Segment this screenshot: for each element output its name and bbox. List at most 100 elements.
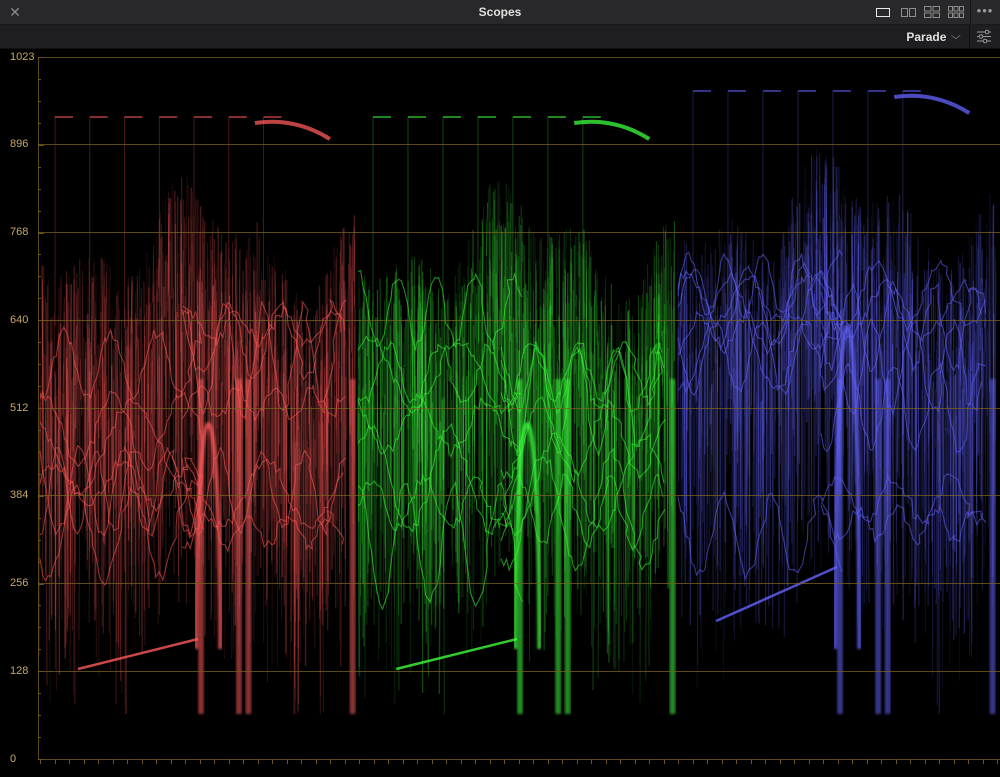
x-tick bbox=[808, 759, 810, 764]
y-tick bbox=[38, 429, 41, 431]
x-tick bbox=[692, 759, 694, 764]
x-tick bbox=[881, 759, 882, 764]
x-tick bbox=[54, 759, 56, 764]
window-title: Scopes bbox=[478, 5, 522, 19]
x-tick bbox=[257, 759, 259, 764]
scope-mode-dropdown[interactable]: Parade ⌵ bbox=[900, 25, 966, 48]
x-tick bbox=[736, 759, 737, 764]
y-tick bbox=[38, 737, 41, 739]
x-tick bbox=[315, 759, 317, 764]
x-tick bbox=[663, 759, 665, 764]
x-tick bbox=[272, 759, 273, 764]
x-tick bbox=[388, 759, 389, 764]
chevron-down-icon: ⌵ bbox=[951, 31, 962, 42]
x-tick bbox=[69, 759, 70, 764]
sliders-icon[interactable] bbox=[969, 25, 998, 48]
x-tick bbox=[446, 759, 447, 764]
x-tick bbox=[431, 759, 433, 764]
gridline bbox=[38, 583, 1000, 585]
y-tick bbox=[38, 276, 41, 278]
y-tick bbox=[38, 671, 44, 673]
y-tick bbox=[38, 144, 44, 146]
x-tick bbox=[591, 759, 592, 764]
y-tick bbox=[38, 166, 41, 168]
x-tick bbox=[286, 759, 288, 764]
y-tick bbox=[38, 210, 41, 212]
y-tick bbox=[38, 188, 41, 190]
x-tick bbox=[199, 759, 201, 764]
gridline bbox=[38, 144, 1000, 146]
x-tick bbox=[997, 759, 998, 764]
x-tick bbox=[330, 759, 331, 764]
parade-waveform bbox=[38, 90, 997, 715]
x-tick bbox=[228, 759, 230, 764]
more-icon[interactable]: ••• bbox=[974, 2, 996, 22]
x-tick bbox=[547, 759, 549, 764]
y-tick bbox=[38, 495, 44, 497]
gridline bbox=[38, 671, 1000, 673]
blue-channel-trace bbox=[676, 90, 997, 715]
x-tick bbox=[794, 759, 795, 764]
gridline bbox=[38, 231, 1000, 233]
x-tick bbox=[910, 759, 911, 764]
dual-layout-icon[interactable] bbox=[898, 4, 918, 20]
y-tick bbox=[38, 57, 44, 58]
x-tick bbox=[953, 759, 955, 764]
y-tick bbox=[38, 298, 41, 300]
x-tick bbox=[823, 759, 824, 764]
y-tick bbox=[38, 539, 41, 541]
y-tick bbox=[38, 473, 41, 475]
y-tick bbox=[38, 649, 41, 651]
x-tick bbox=[924, 759, 926, 764]
x-tick bbox=[373, 759, 375, 764]
x-tick bbox=[127, 759, 128, 764]
x-tick bbox=[939, 759, 940, 764]
rgb-parade-scope: 1023 896 768 640 512 384 256 128 0 bbox=[0, 49, 1000, 777]
x-tick bbox=[83, 759, 85, 764]
gridline bbox=[38, 407, 1000, 409]
x-tick bbox=[562, 759, 563, 764]
y-tick bbox=[38, 408, 44, 409]
x-tick bbox=[533, 759, 534, 764]
x-tick bbox=[649, 759, 650, 764]
x-tick bbox=[968, 759, 969, 764]
y-tick bbox=[38, 451, 41, 453]
title-separator bbox=[970, 0, 971, 24]
x-tick bbox=[605, 759, 607, 764]
quad-layout-icon[interactable] bbox=[922, 4, 942, 20]
red-channel-trace bbox=[38, 116, 356, 715]
y-tick bbox=[38, 517, 41, 519]
x-tick bbox=[98, 759, 99, 764]
x-tick bbox=[837, 759, 839, 764]
y-tick bbox=[38, 78, 41, 80]
y-tick bbox=[38, 386, 41, 388]
y-tick bbox=[38, 759, 44, 760]
x-tick bbox=[243, 759, 244, 764]
x-tick bbox=[504, 759, 505, 764]
x-tick bbox=[895, 759, 897, 764]
x-tick bbox=[156, 759, 157, 764]
x-tick bbox=[707, 759, 708, 764]
x-tick bbox=[40, 759, 41, 764]
x-tick bbox=[460, 759, 462, 764]
x-tick bbox=[750, 759, 752, 764]
scope-mode-label: Parade bbox=[906, 29, 947, 44]
green-channel-trace bbox=[356, 116, 676, 715]
x-tick bbox=[721, 759, 723, 764]
grid-layout-icon[interactable] bbox=[946, 4, 966, 20]
y-tick bbox=[38, 715, 41, 717]
scope-toolbar: Parade ⌵ bbox=[0, 25, 1000, 49]
x-tick bbox=[141, 759, 143, 764]
x-tick bbox=[779, 759, 781, 764]
gridline bbox=[38, 319, 1000, 321]
y-tick bbox=[38, 364, 41, 366]
y-tick bbox=[38, 342, 41, 344]
single-layout-icon[interactable] bbox=[873, 4, 893, 20]
y-tick bbox=[38, 232, 44, 234]
y-tick bbox=[38, 605, 41, 607]
x-tick bbox=[417, 759, 418, 764]
x-tick bbox=[634, 759, 636, 764]
y-tick bbox=[38, 100, 41, 102]
x-tick bbox=[185, 759, 186, 764]
x-tick bbox=[518, 759, 520, 764]
